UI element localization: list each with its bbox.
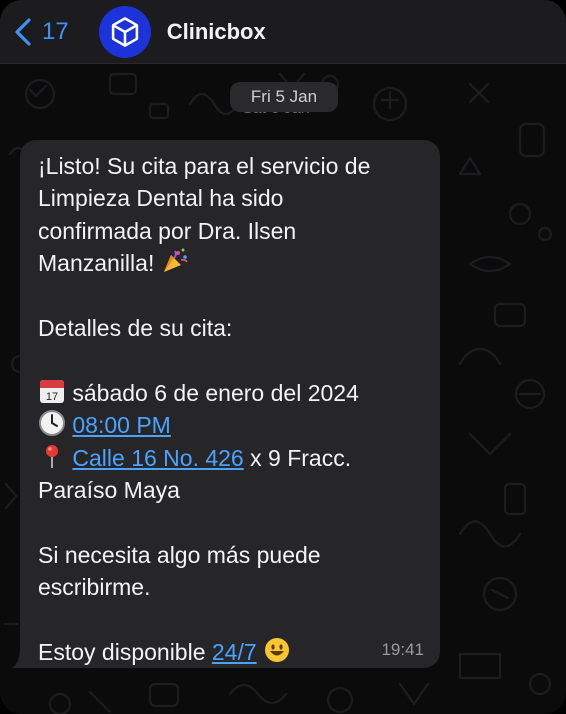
unread-count: 17	[42, 17, 69, 45]
party-popper-icon	[163, 248, 188, 273]
availability-text: Estoy disponible	[38, 638, 206, 665]
address-rest: x 9 Fracc.	[250, 444, 352, 471]
help-line: escribirme.	[38, 574, 151, 601]
appointment-date: 17 sábado 6 de enero del 2024	[38, 377, 422, 409]
clock-icon	[39, 410, 65, 437]
cube-logo-icon	[111, 16, 138, 47]
message-line-text: Manzanilla!	[38, 250, 155, 277]
contact-name[interactable]: Clinicbox	[167, 19, 266, 45]
message-line: ¡Listo! Su cita para el servicio de	[38, 153, 371, 179]
time-link[interactable]: 08:00 PM	[72, 412, 170, 438]
details-heading: Detalles de su cita:	[38, 314, 233, 341]
chat-screen: 17 Clinicbox Sat 6 Jan Fri 5 Jan ¡Listo!…	[0, 0, 566, 714]
availability-line: Estoy disponible 24/7	[38, 636, 422, 668]
message-line: confirmada por Dra. Ilsen	[38, 217, 297, 244]
address-link[interactable]: Calle 16 No. 426	[72, 445, 243, 471]
message-line: Manzanilla!	[38, 247, 422, 279]
date-chip: Fri 5 Jan	[230, 82, 338, 112]
help-line: Si necesita algo más puede	[38, 541, 321, 568]
chevron-left-icon	[15, 17, 31, 46]
address-line2: Paraíso Maya	[38, 476, 180, 503]
pin-icon	[46, 444, 58, 468]
message-text: ¡Listo! Su cita para el servicio de Limp…	[38, 150, 422, 668]
avatar[interactable]	[98, 5, 151, 58]
calendar-icon: 17	[40, 379, 64, 403]
availability-link[interactable]: 24/7	[212, 639, 257, 665]
smiley-icon	[265, 637, 290, 662]
svg-text:17: 17	[46, 391, 58, 403]
appointment-address: Calle 16 No. 426 x 9 Fracc.	[38, 442, 422, 474]
back-button[interactable]: 17	[12, 17, 69, 47]
message-timestamp: 19:41	[381, 640, 424, 659]
message-line: Limpieza Dental ha sido	[38, 185, 284, 212]
chat-header: 17 Clinicbox	[0, 0, 566, 64]
appointment-date-text: sábado 6 de enero del 2024	[72, 379, 359, 406]
message-bubble[interactable]: ¡Listo! Su cita para el servicio de Limp…	[20, 140, 440, 668]
appointment-time: 08:00 PM	[38, 409, 422, 441]
